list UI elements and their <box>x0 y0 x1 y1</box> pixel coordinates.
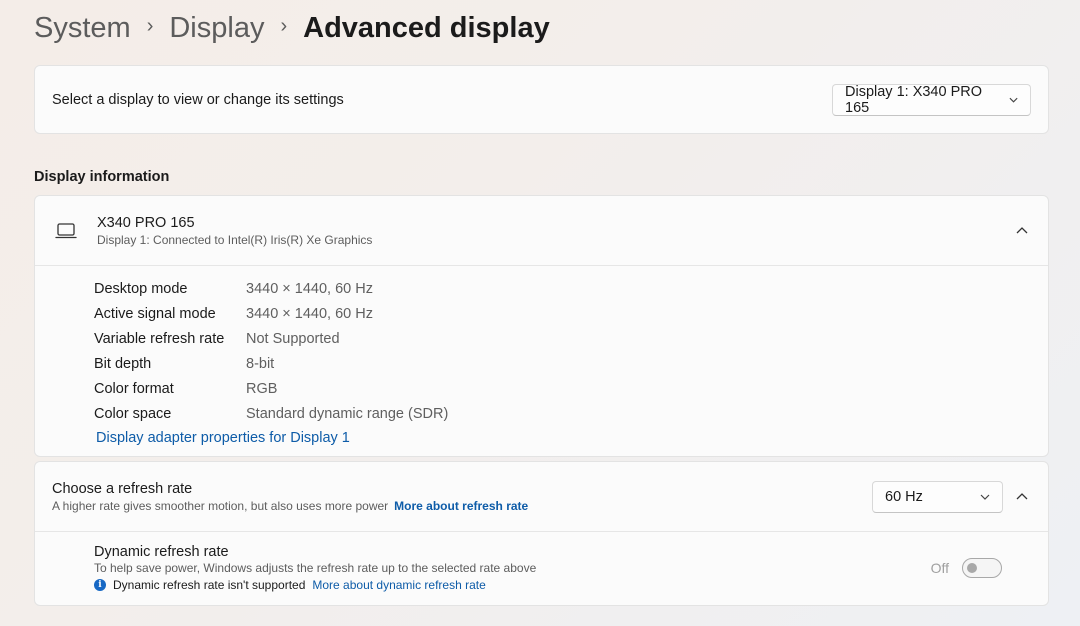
dynamic-refresh-toggle[interactable] <box>962 558 1002 578</box>
property-value: Not Supported <box>246 330 340 347</box>
property-value: 8-bit <box>246 355 275 372</box>
refresh-rate-header: Choose a refresh rate A higher rate give… <box>35 462 1048 532</box>
dynamic-refresh-warning-text: Dynamic refresh rate isn't supported <box>113 578 306 592</box>
chevron-up-icon <box>1016 493 1028 500</box>
property-row: Bit depth 8-bit <box>94 351 1048 376</box>
display-info-card: X340 PRO 165 Display 1: Connected to Int… <box>34 195 1049 457</box>
chevron-down-icon <box>980 494 990 500</box>
property-value: 3440 × 1440, 60 Hz <box>246 305 373 322</box>
property-row: Color space Standard dynamic range (SDR) <box>94 401 1048 426</box>
display-select-value: Display 1: X340 PRO 165 <box>845 83 983 116</box>
property-key: Desktop mode <box>94 280 188 297</box>
more-about-dynamic-refresh-link[interactable]: More about dynamic refresh rate <box>312 578 485 592</box>
collapse-refresh-rate-button[interactable] <box>1010 485 1034 509</box>
property-key: Variable refresh rate <box>94 330 225 347</box>
select-display-card: Select a display to view or change its s… <box>34 65 1049 134</box>
dynamic-refresh-section: Dynamic refresh rate To help save power,… <box>35 532 1048 592</box>
dynamic-refresh-title: Dynamic refresh rate <box>94 544 229 560</box>
property-key: Color space <box>94 405 172 422</box>
property-key: Bit depth <box>94 355 152 372</box>
property-row: Active signal mode 3440 × 1440, 60 Hz <box>94 301 1048 326</box>
display-properties: Desktop mode 3440 × 1440, 60 Hz Active s… <box>35 266 1048 447</box>
more-about-refresh-rate-link[interactable]: More about refresh rate <box>394 499 528 513</box>
dynamic-refresh-description: To help save power, Windows adjusts the … <box>94 561 537 575</box>
property-row: Variable refresh rate Not Supported <box>94 326 1048 351</box>
toggle-knob <box>967 563 977 573</box>
refresh-rate-value: 60 Hz <box>885 489 923 505</box>
monitor-connection: Display 1: Connected to Intel(R) Iris(R)… <box>97 232 373 247</box>
chevron-right-icon: › <box>280 14 288 37</box>
property-value: 3440 × 1440, 60 Hz <box>246 280 373 297</box>
chevron-up-icon <box>1016 227 1028 234</box>
refresh-rate-card: Choose a refresh rate A higher rate give… <box>34 461 1049 606</box>
refresh-rate-description-text: A higher rate gives smoother motion, but… <box>52 499 389 513</box>
info-icon: i <box>94 579 106 591</box>
dynamic-refresh-warning: i Dynamic refresh rate isn't supported M… <box>94 578 1048 592</box>
chevron-down-icon <box>1009 97 1018 103</box>
property-key: Color format <box>94 380 174 397</box>
chevron-right-icon: › <box>146 14 154 37</box>
display-select-dropdown[interactable]: Display 1: X340 PRO 165 <box>832 83 1031 116</box>
dynamic-refresh-toggle-group: Off <box>931 558 1002 578</box>
breadcrumb-system[interactable]: System <box>34 12 131 45</box>
section-title-display-information: Display information <box>34 169 170 185</box>
property-row: Color format RGB <box>94 376 1048 401</box>
monitor-name: X340 PRO 165 <box>97 214 195 231</box>
toggle-state-label: Off <box>930 560 949 576</box>
collapse-display-info-button[interactable] <box>1010 219 1034 243</box>
select-display-label: Select a display to view or change its s… <box>52 91 344 108</box>
property-row: Desktop mode 3440 × 1440, 60 Hz <box>94 276 1048 301</box>
property-value: Standard dynamic range (SDR) <box>246 405 449 422</box>
property-value: RGB <box>246 380 278 397</box>
refresh-rate-dropdown[interactable]: 60 Hz <box>872 481 1003 513</box>
breadcrumb: System › Display › Advanced display <box>34 8 550 48</box>
property-key: Active signal mode <box>94 305 216 322</box>
display-info-header[interactable]: X340 PRO 165 Display 1: Connected to Int… <box>35 196 1048 266</box>
page-title: Advanced display <box>303 11 550 44</box>
breadcrumb-display[interactable]: Display <box>169 12 264 45</box>
display-adapter-properties-link[interactable]: Display adapter properties for Display 1 <box>96 430 350 446</box>
laptop-icon <box>55 222 77 238</box>
